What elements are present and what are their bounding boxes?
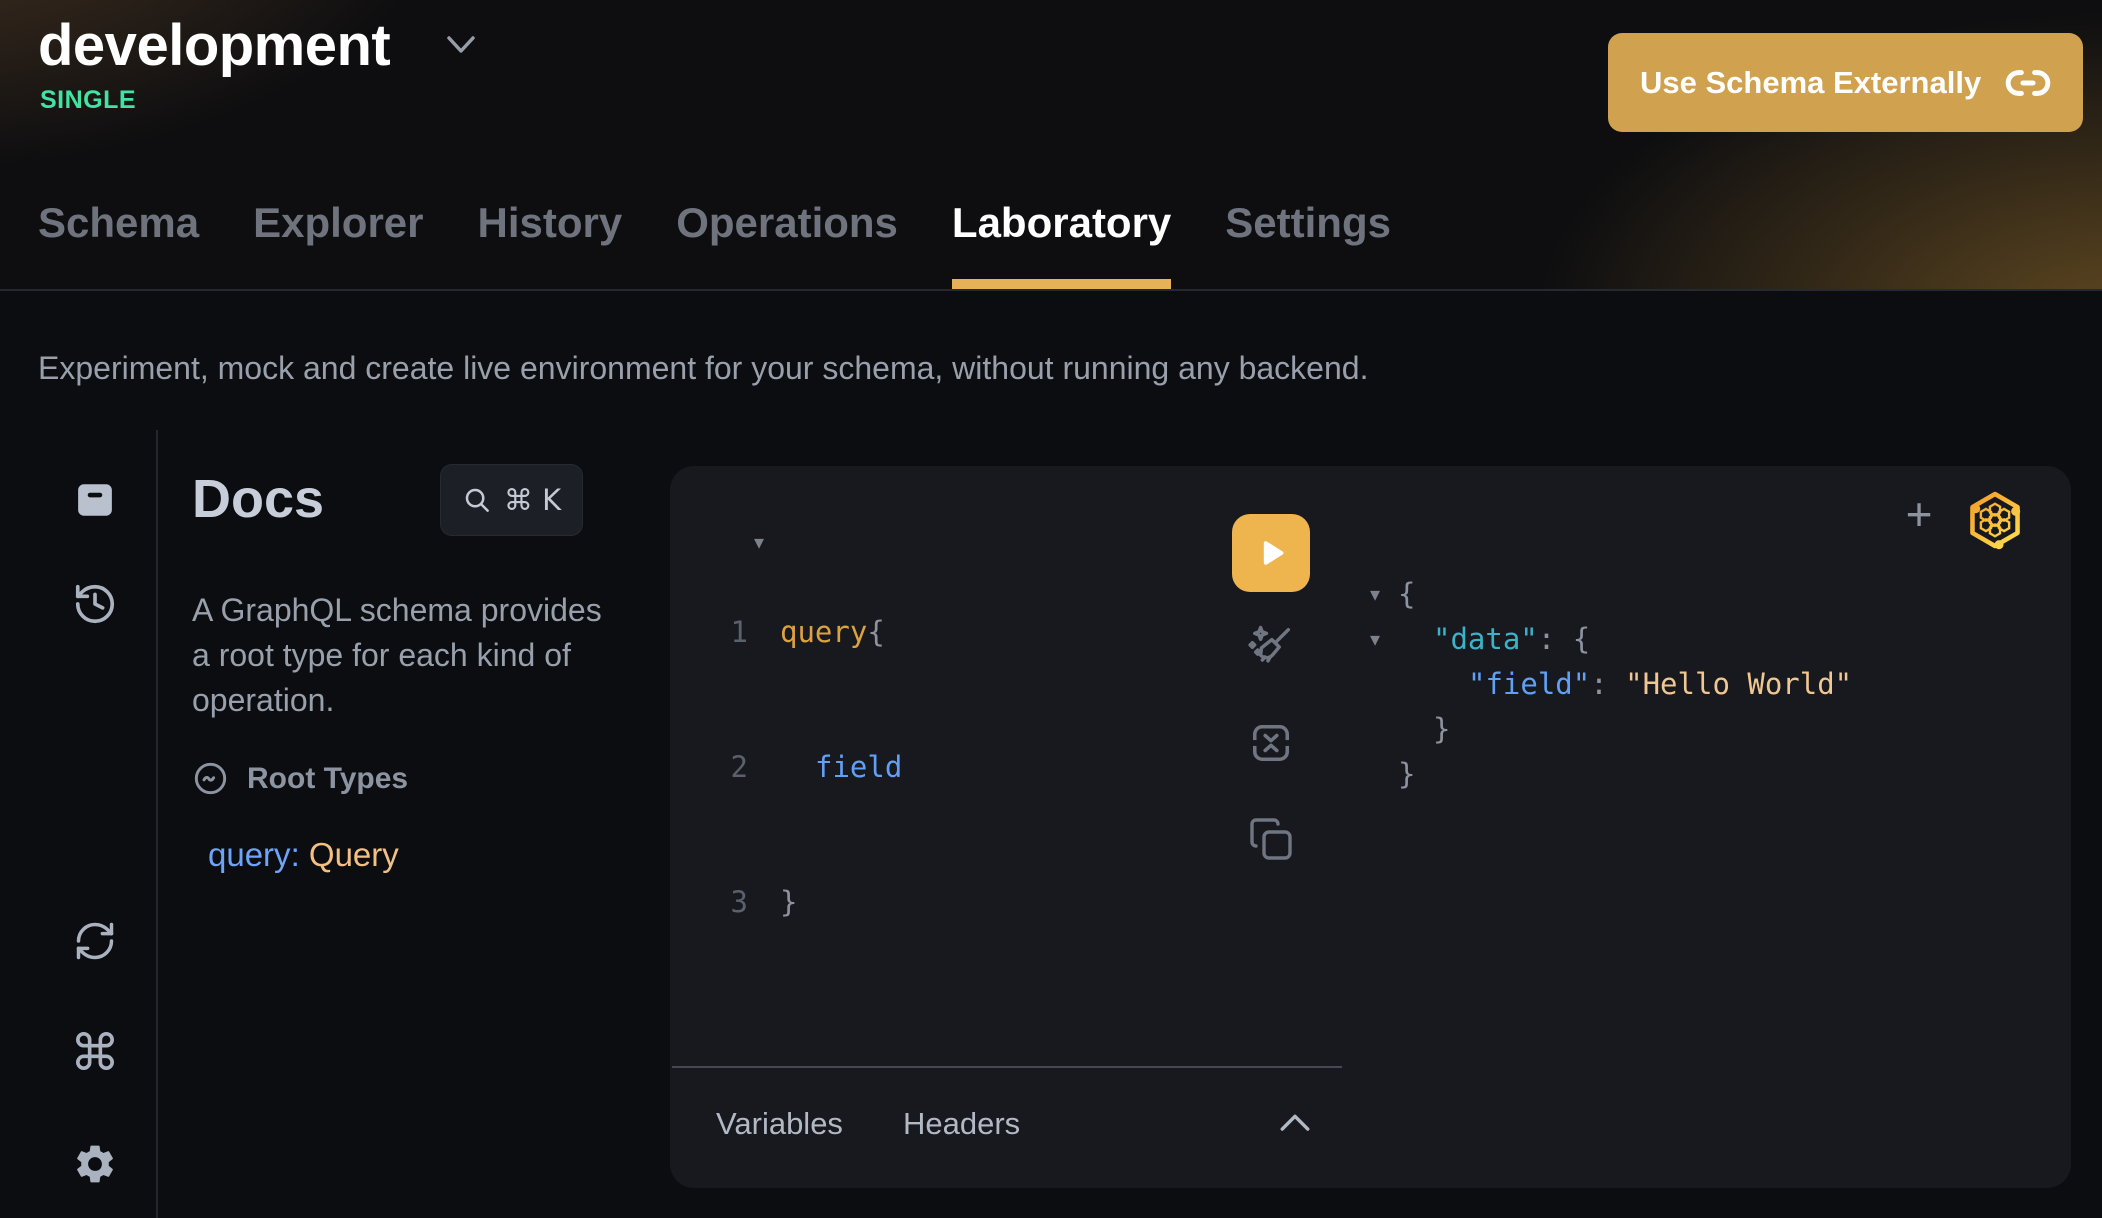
query-line-2: field [780, 745, 902, 790]
root-types-section: Root Types [192, 760, 408, 797]
tab-operations[interactable]: Operations [676, 199, 898, 289]
tab-explorer[interactable]: Explorer [253, 199, 423, 289]
sidebar-divider [156, 430, 158, 1218]
root-type-value: Query [309, 836, 399, 873]
main-tabs: Schema Explorer History Operations Labor… [38, 199, 1391, 289]
query-line-3: } [780, 880, 902, 925]
tab-headers[interactable]: Headers [903, 1106, 1020, 1142]
history-icon[interactable] [66, 575, 124, 633]
page-subtitle: Experiment, mock and create live environ… [38, 350, 1368, 387]
search-icon [462, 485, 492, 515]
root-type-name: query [208, 836, 291, 873]
tab-schema[interactable]: Schema [38, 199, 199, 289]
merge-fragments-icon[interactable] [1242, 714, 1300, 772]
shortcuts-icon[interactable]: ⌘ [66, 1024, 124, 1082]
prettify-icon[interactable] [1242, 618, 1300, 676]
use-schema-externally-button[interactable]: Use Schema Externally [1608, 33, 2083, 132]
reload-icon[interactable] [66, 912, 124, 970]
play-icon [1254, 536, 1288, 570]
project-title: development [38, 12, 390, 79]
add-tab-button[interactable]: + [1897, 492, 1941, 536]
root-type-separator: : [291, 836, 309, 873]
graphql-hive-logo-icon[interactable] [1963, 488, 2027, 552]
docs-title: Docs [192, 468, 324, 530]
response-line-1: ▾ { [1370, 572, 1852, 617]
tab-settings[interactable]: Settings [1225, 199, 1391, 289]
copy-icon[interactable] [1242, 810, 1300, 868]
query-editor[interactable]: query{ field } [780, 520, 902, 1015]
docs-description: A GraphQL schema provides a root type fo… [192, 588, 616, 723]
root-type-query-link[interactable]: query: Query [208, 836, 399, 874]
response-line-5: } [1370, 752, 1852, 797]
root-types-label: Root Types [247, 762, 408, 796]
tab-history[interactable]: History [478, 199, 623, 289]
graphiql-panel: 1 2 3 ▾ query{ field } [670, 466, 2071, 1188]
chevron-down-icon[interactable] [444, 32, 478, 58]
environment-badge: SINGLE [40, 86, 136, 115]
response-line-3: "field": "Hello World" [1370, 662, 1852, 707]
bottom-bar-divider [672, 1066, 1342, 1068]
chevron-up-icon[interactable] [1278, 1110, 1312, 1134]
execute-query-button[interactable] [1232, 514, 1310, 592]
header: development SINGLE Use Schema Externally… [0, 0, 2102, 291]
search-shortcut: ⌘ K [504, 483, 561, 517]
fold-arrow-icon[interactable]: ▾ [754, 520, 764, 565]
fold-arrow-icon[interactable]: ▾ [1370, 572, 1398, 617]
fold-arrow-icon[interactable]: ▾ [1370, 617, 1398, 662]
query-line-1: query{ [780, 610, 902, 655]
use-schema-externally-label: Use Schema Externally [1640, 65, 1981, 101]
link-icon [2005, 66, 2051, 100]
response-line-2: ▾ "data": { [1370, 617, 1852, 662]
tab-variables[interactable]: Variables [716, 1106, 843, 1142]
response-viewer: ▾ { ▾ "data": { "field": "Hello World" }… [1370, 572, 1852, 797]
tab-laboratory[interactable]: Laboratory [952, 199, 1171, 289]
root-types-icon [192, 760, 229, 797]
docs-icon[interactable] [66, 471, 124, 529]
query-line-numbers: 1 2 3 [670, 520, 748, 1015]
response-line-4: } [1370, 707, 1852, 752]
settings-gear-icon[interactable] [66, 1135, 124, 1193]
docs-search-button[interactable]: ⌘ K [440, 464, 583, 536]
